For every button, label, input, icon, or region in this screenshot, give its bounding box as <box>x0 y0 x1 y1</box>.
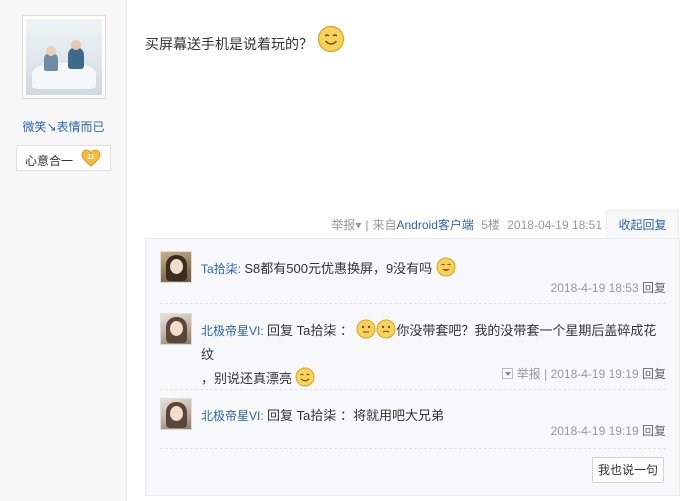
reply-content-continued: ，别说还真漂亮 <box>201 371 293 386</box>
reply-content: S8都有500元优惠换屏，9没有吗 <box>244 261 433 276</box>
report-link[interactable]: 举报 <box>331 218 355 232</box>
author-column: 微笑↘表情而已 心意合一 11 <box>0 0 127 501</box>
reply-link[interactable]: 回复 <box>642 424 666 438</box>
reply-avatar[interactable] <box>160 251 192 283</box>
reply-footer: 举报 | 2018-4-19 19:19 回复 <box>501 365 666 382</box>
post-text: 买屏幕送手机是说着玩的？ <box>145 36 313 52</box>
source-prefix: 来自 <box>372 218 397 232</box>
smile-emoticon-icon <box>295 367 315 387</box>
reply-link[interactable]: 回复 <box>642 367 666 381</box>
reply-link[interactable]: 回复 <box>642 281 666 295</box>
reply-avatar[interactable] <box>160 398 192 430</box>
thinking-emoticon-icon <box>356 319 376 339</box>
reply-item: 北极帝星VI: 回复 Ta拾柒 ：将就用吧大兄弟 2018-4-19 19:19… <box>160 398 666 446</box>
floor-number: 5楼 <box>481 218 500 232</box>
author-avatar[interactable] <box>22 15 106 99</box>
reply-divider <box>160 303 666 304</box>
grin-emoticon-icon <box>436 257 456 277</box>
collapse-dropdown-icon[interactable] <box>501 368 513 379</box>
reply-content: 回复 Ta拾柒 ：将就用吧大兄弟 <box>267 408 444 423</box>
fold-reply-button[interactable]: 收起回复 <box>606 210 679 239</box>
reply-item: 北极帝星VI: 回复 Ta拾柒 ： 你没带套吧？我的没带套一个星期后盖碎成花纹 … <box>160 313 666 387</box>
reply-item: Ta拾柒: S8都有500元优惠换屏，9没有吗 2018-4-19 18:53 … <box>160 251 666 299</box>
badge-name: 心意合一 <box>25 154 74 168</box>
avatar-image <box>26 19 102 95</box>
thinking-emoticon-icon <box>376 319 396 339</box>
reply-username[interactable]: 北极帝星VI: <box>201 409 264 423</box>
client-source-link[interactable]: Android客户端 <box>397 218 474 232</box>
reply-avatar[interactable] <box>160 313 192 345</box>
report-dropdown-icon[interactable]: ▾ <box>355 218 361 232</box>
reply-panel: Ta拾柒: S8都有500元优惠换屏，9没有吗 2018-4-19 18:53 … <box>145 238 680 496</box>
reply-report-link[interactable]: 举报 <box>517 367 541 381</box>
reply-footer: 2018-4-19 19:19 回复 <box>551 422 666 439</box>
reply-footer: 2018-4-19 18:53 回复 <box>551 279 666 296</box>
author-username[interactable]: 微笑↘表情而已 <box>0 118 127 135</box>
reply-time: 2018-4-19 19:19 <box>550 367 639 381</box>
post-meta: 举报▾ | 来自Android客户端 5楼 2018-04-19 18:51 <box>331 218 602 232</box>
reply-time: 2018-4-19 19:19 <box>550 424 639 438</box>
reply-divider <box>160 448 666 449</box>
reply-time: 2018-4-19 18:53 <box>550 281 639 295</box>
smile-emoticon-icon <box>317 25 345 53</box>
badge-level-icon: 11 <box>81 149 101 167</box>
post-time: 2018-04-19 18:51 <box>507 218 602 232</box>
post-content: 买屏幕送手机是说着玩的？ <box>145 25 345 54</box>
reply-prefix: 回复 Ta拾柒 ： <box>267 323 353 338</box>
reply-username[interactable]: Ta拾柒: <box>201 262 241 276</box>
reply-body: Ta拾柒: S8都有500元优惠换屏，9没有吗 <box>201 257 666 281</box>
reply-divider <box>160 389 666 390</box>
say-something-button[interactable]: 我也说一句 <box>592 457 664 483</box>
fan-badge[interactable]: 心意合一 11 <box>16 145 111 171</box>
badge-level-text: 11 <box>87 154 95 161</box>
reply-username[interactable]: 北极帝星VI: <box>201 324 264 338</box>
